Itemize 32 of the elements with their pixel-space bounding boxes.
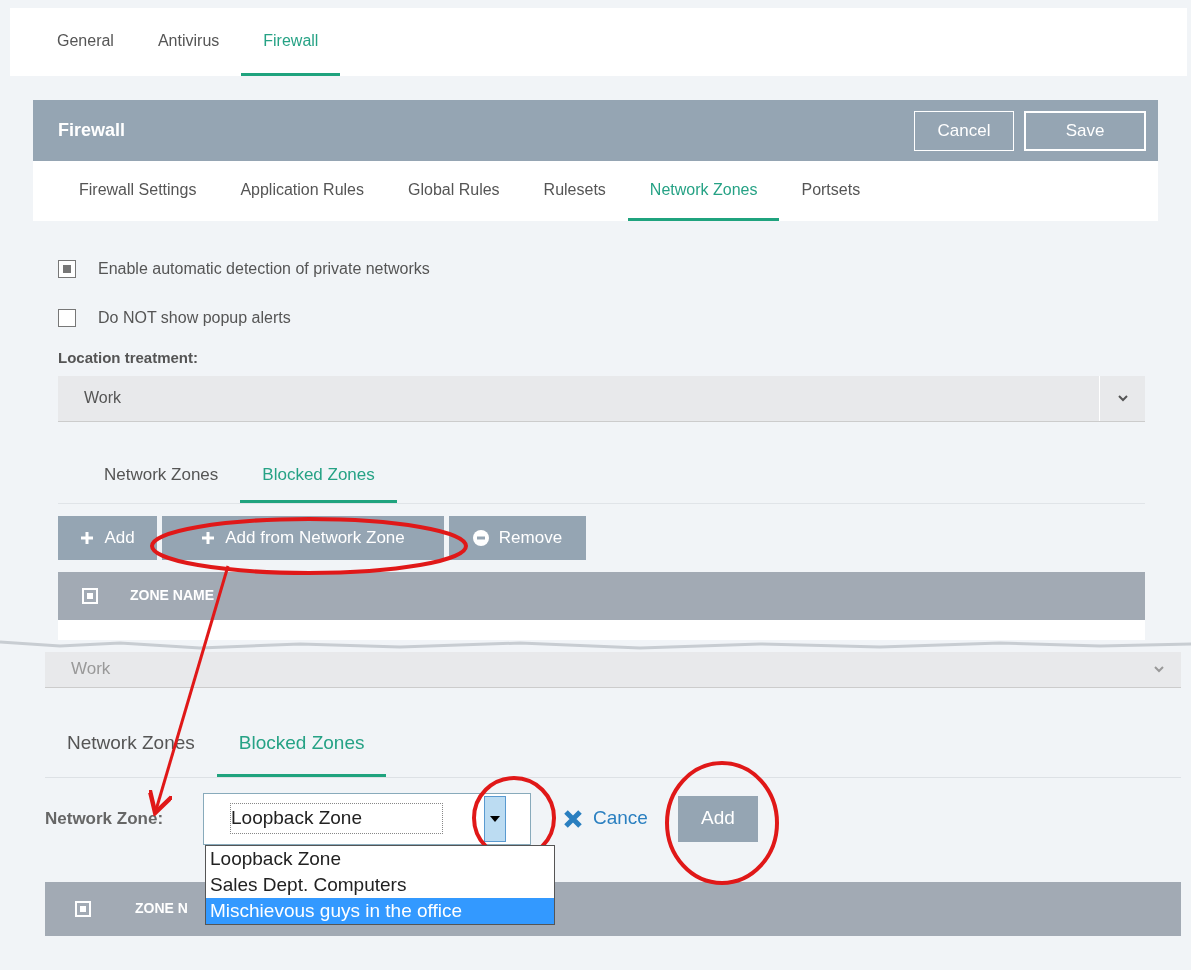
tab[interactable]: Global Rules xyxy=(386,161,522,221)
tab[interactable]: Firewall Settings xyxy=(57,161,219,221)
panel-title: Firewall xyxy=(58,119,126,142)
plus-icon xyxy=(80,530,95,545)
dropdown-option[interactable]: Sales Dept. Computers xyxy=(206,871,554,898)
tab[interactable]: General xyxy=(35,8,136,76)
zone-cancel-link[interactable]: Cance xyxy=(593,804,648,833)
field-label: Location treatment: xyxy=(58,348,199,368)
tab[interactable]: Network Zones xyxy=(82,449,241,503)
select-all-checkbox[interactable] xyxy=(75,900,91,917)
chevron-down-icon xyxy=(1116,394,1129,402)
tab[interactable]: Application Rules xyxy=(218,161,386,221)
checkbox[interactable] xyxy=(58,309,76,327)
field-label: Network Zone: xyxy=(45,807,165,830)
checkbox[interactable] xyxy=(58,260,76,278)
network-zone-select[interactable]: Loopback Zone xyxy=(203,792,531,845)
tab[interactable]: Network Zones xyxy=(627,161,780,221)
caret-icon xyxy=(490,815,500,822)
minus-circle-icon xyxy=(472,529,489,546)
column-header: ZONE NAME xyxy=(130,586,214,605)
chevron-down-icon xyxy=(1153,665,1165,673)
column-header: ZONE N xyxy=(135,899,188,918)
checkbox-label: Do NOT show popup alerts xyxy=(98,308,291,328)
close-icon xyxy=(563,808,583,829)
select-all-checkbox[interactable] xyxy=(82,587,98,604)
dropdown-option[interactable]: Loopback Zone xyxy=(206,845,554,872)
tab[interactable]: Antivirus xyxy=(135,8,242,76)
tab[interactable]: Portsets xyxy=(779,161,883,221)
checkbox-label: Enable automatic detection of private networks xyxy=(98,259,430,279)
plus-icon xyxy=(201,530,216,545)
location-select[interactable]: Work xyxy=(58,375,1145,422)
tab[interactable]: Rulesets xyxy=(521,161,628,221)
